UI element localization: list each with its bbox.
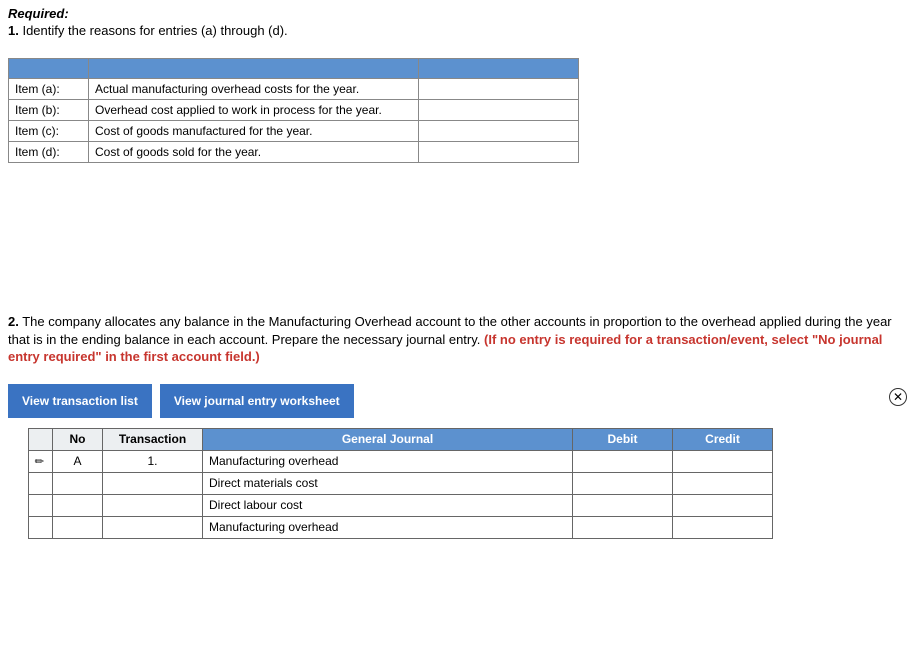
journal-credit[interactable] — [673, 450, 773, 472]
close-icon[interactable]: ✕ — [889, 388, 907, 406]
jh-no: No — [53, 428, 103, 450]
journal-credit[interactable] — [673, 472, 773, 494]
items-header-blank-3 — [419, 59, 579, 79]
pencil-icon: ✎ — [32, 454, 48, 470]
items-table: Item (a): Actual manufacturing overhead … — [8, 58, 579, 163]
tab-row: View transaction list View journal entry… — [8, 384, 915, 418]
journal-row: Direct materials cost — [29, 472, 773, 494]
items-header-blank-1 — [9, 59, 89, 79]
item-tail — [419, 142, 579, 163]
journal-debit[interactable] — [573, 516, 673, 538]
journal-transaction — [103, 472, 203, 494]
item-row: Item (c): Cost of goods manufactured for… — [9, 121, 579, 142]
q1-number: 1. — [8, 23, 19, 38]
q1-text: Identify the reasons for entries (a) thr… — [22, 23, 287, 38]
journal-account[interactable]: Manufacturing overhead — [203, 516, 573, 538]
item-tail — [419, 121, 579, 142]
items-header-blank-2 — [89, 59, 419, 79]
item-value[interactable]: Cost of goods manufactured for the year. — [89, 121, 419, 142]
journal-debit[interactable] — [573, 450, 673, 472]
journal-no — [53, 472, 103, 494]
item-row: Item (a): Actual manufacturing overhead … — [9, 79, 579, 100]
item-label: Item (a): — [9, 79, 89, 100]
journal-account[interactable]: Direct labour cost — [203, 494, 573, 516]
journal-no — [53, 516, 103, 538]
journal-account[interactable]: Direct materials cost — [203, 472, 573, 494]
required-heading: Required: — [8, 6, 915, 21]
journal-credit[interactable] — [673, 494, 773, 516]
journal-no: A — [53, 450, 103, 472]
journal-row: Direct labour cost — [29, 494, 773, 516]
journal-transaction: 1. — [103, 450, 203, 472]
item-value[interactable]: Actual manufacturing overhead costs for … — [89, 79, 419, 100]
item-label: Item (c): — [9, 121, 89, 142]
journal-credit[interactable] — [673, 516, 773, 538]
q2-number: 2. — [8, 314, 19, 329]
journal-debit[interactable] — [573, 472, 673, 494]
journal-no — [53, 494, 103, 516]
item-label: Item (b): — [9, 100, 89, 121]
item-tail — [419, 79, 579, 100]
item-row: Item (d): Cost of goods sold for the yea… — [9, 142, 579, 163]
edit-cell[interactable] — [29, 516, 53, 538]
jh-transaction: Transaction — [103, 428, 203, 450]
item-row: Item (b): Overhead cost applied to work … — [9, 100, 579, 121]
item-tail — [419, 100, 579, 121]
item-value[interactable]: Cost of goods sold for the year. — [89, 142, 419, 163]
journal-table: No Transaction General Journal Debit Cre… — [28, 428, 773, 539]
journal-row: Manufacturing overhead — [29, 516, 773, 538]
jh-general-journal: General Journal — [203, 428, 573, 450]
question-1: 1. Identify the reasons for entries (a) … — [8, 23, 915, 38]
edit-cell[interactable]: ✎ — [29, 450, 53, 472]
journal-transaction — [103, 516, 203, 538]
journal-account[interactable]: Manufacturing overhead — [203, 450, 573, 472]
view-journal-worksheet-tab[interactable]: View journal entry worksheet — [160, 384, 354, 418]
view-transaction-list-tab[interactable]: View transaction list — [8, 384, 152, 418]
journal-row: ✎ A 1. Manufacturing overhead — [29, 450, 773, 472]
item-label: Item (d): — [9, 142, 89, 163]
jh-credit: Credit — [673, 428, 773, 450]
question-2: 2. The company allocates any balance in … — [8, 313, 915, 366]
jh-debit: Debit — [573, 428, 673, 450]
journal-transaction — [103, 494, 203, 516]
edit-cell[interactable] — [29, 472, 53, 494]
item-value[interactable]: Overhead cost applied to work in process… — [89, 100, 419, 121]
edit-cell[interactable] — [29, 494, 53, 516]
journal-debit[interactable] — [573, 494, 673, 516]
jh-edit — [29, 428, 53, 450]
